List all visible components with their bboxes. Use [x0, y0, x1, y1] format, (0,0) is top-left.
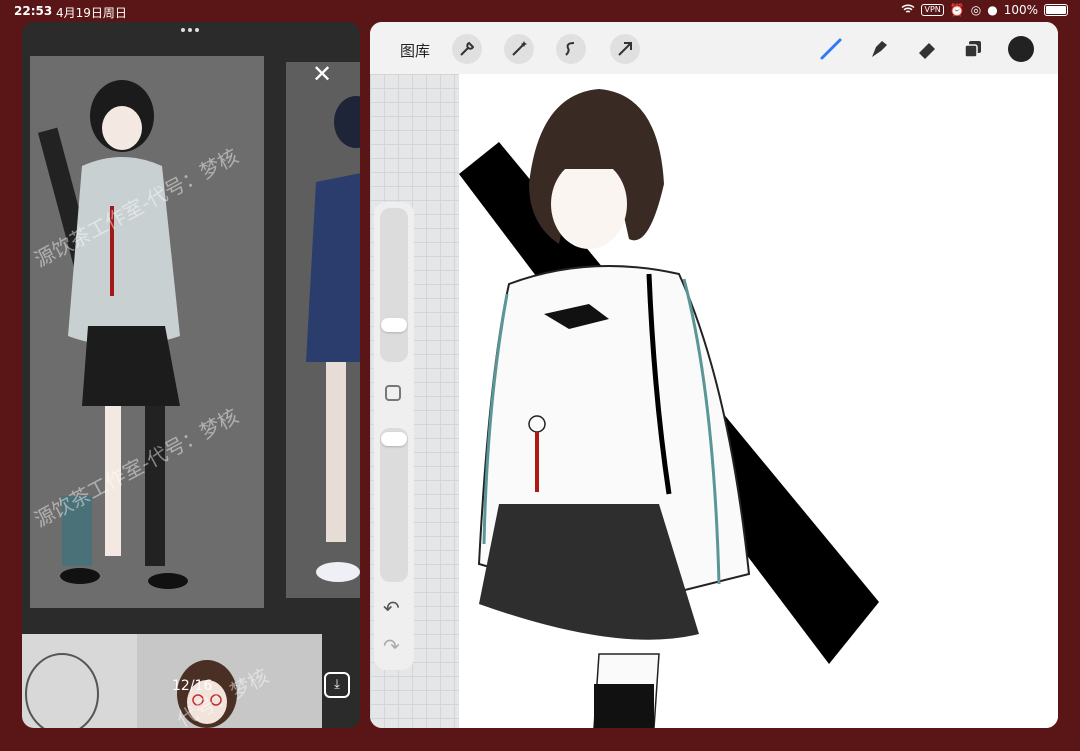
user-icon: ●	[987, 3, 998, 17]
status-time: 22:53	[14, 4, 53, 18]
layers-button[interactable]	[958, 34, 988, 64]
redo-button[interactable]: ↷	[383, 634, 400, 658]
reference-image-next[interactable]	[286, 62, 360, 598]
brush-icon	[820, 38, 842, 60]
drawing-canvas[interactable]	[459, 74, 1058, 728]
brush-opacity-knob[interactable]	[381, 432, 407, 446]
status-indicators: VPN ⏰ ◎ ● 100%	[901, 3, 1068, 17]
brush-sidebar: ↶ ↷	[374, 202, 414, 670]
battery-icon	[1044, 4, 1068, 16]
viewer-grabber-handle[interactable]	[181, 28, 199, 32]
reference-image-main[interactable]	[30, 56, 264, 608]
brush-size-slider[interactable]	[380, 208, 408, 362]
character-sketch	[459, 89, 879, 728]
redo-icon: ↷	[383, 634, 400, 658]
smudge-icon	[872, 41, 887, 57]
modify-button[interactable]	[385, 385, 401, 401]
top-toolbar: 图库	[370, 22, 1058, 74]
close-button[interactable]: ✕	[310, 62, 334, 86]
battery-percent: 100%	[1003, 3, 1038, 17]
eraser-icon	[919, 43, 935, 59]
layers-icon	[964, 41, 981, 58]
reference-character-illustration-2	[306, 96, 360, 582]
brush-opacity-slider[interactable]	[380, 428, 408, 582]
wifi-icon	[901, 3, 915, 17]
selection-icon	[565, 42, 575, 56]
magic-wand-icon	[512, 41, 527, 56]
status-date: 4月19日周日	[56, 6, 127, 20]
transform-icon	[618, 42, 632, 56]
smudge-button[interactable]	[864, 34, 894, 64]
wrench-icon	[460, 41, 475, 56]
color-button[interactable]	[1006, 34, 1036, 64]
vpn-badge: VPN	[921, 4, 944, 16]
eraser-button[interactable]	[912, 34, 942, 64]
reference-character-illustration	[37, 80, 188, 589]
gallery-button[interactable]: 图库	[400, 40, 430, 61]
actions-button[interactable]	[452, 34, 482, 64]
save-image-button[interactable]: ⤓	[324, 672, 350, 698]
transform-button[interactable]	[610, 34, 640, 64]
image-viewer-panel: 源饮茶工作室-代号：梦核 源饮茶工作室-代号：梦核 代号：梦核 ✕ 12/16 …	[22, 22, 360, 728]
brush-size-knob[interactable]	[381, 318, 407, 332]
status-bar: 22:53 4月19日周日 VPN ⏰ ◎ ● 100%	[0, 0, 1080, 22]
orientation-lock-icon: ◎	[970, 3, 982, 17]
alarm-icon: ⏰	[949, 3, 965, 17]
color-icon	[1008, 36, 1034, 62]
procreate-panel: 图库 ↶ ↷	[370, 22, 1058, 728]
image-counter: 12/16	[172, 678, 213, 694]
selection-button[interactable]	[556, 34, 586, 64]
undo-button[interactable]: ↶	[383, 596, 400, 620]
download-icon: ⤓	[334, 677, 340, 692]
close-icon: ✕	[311, 60, 333, 88]
undo-icon: ↶	[383, 596, 400, 620]
adjustments-button[interactable]	[504, 34, 534, 64]
brush-button[interactable]	[816, 34, 846, 64]
